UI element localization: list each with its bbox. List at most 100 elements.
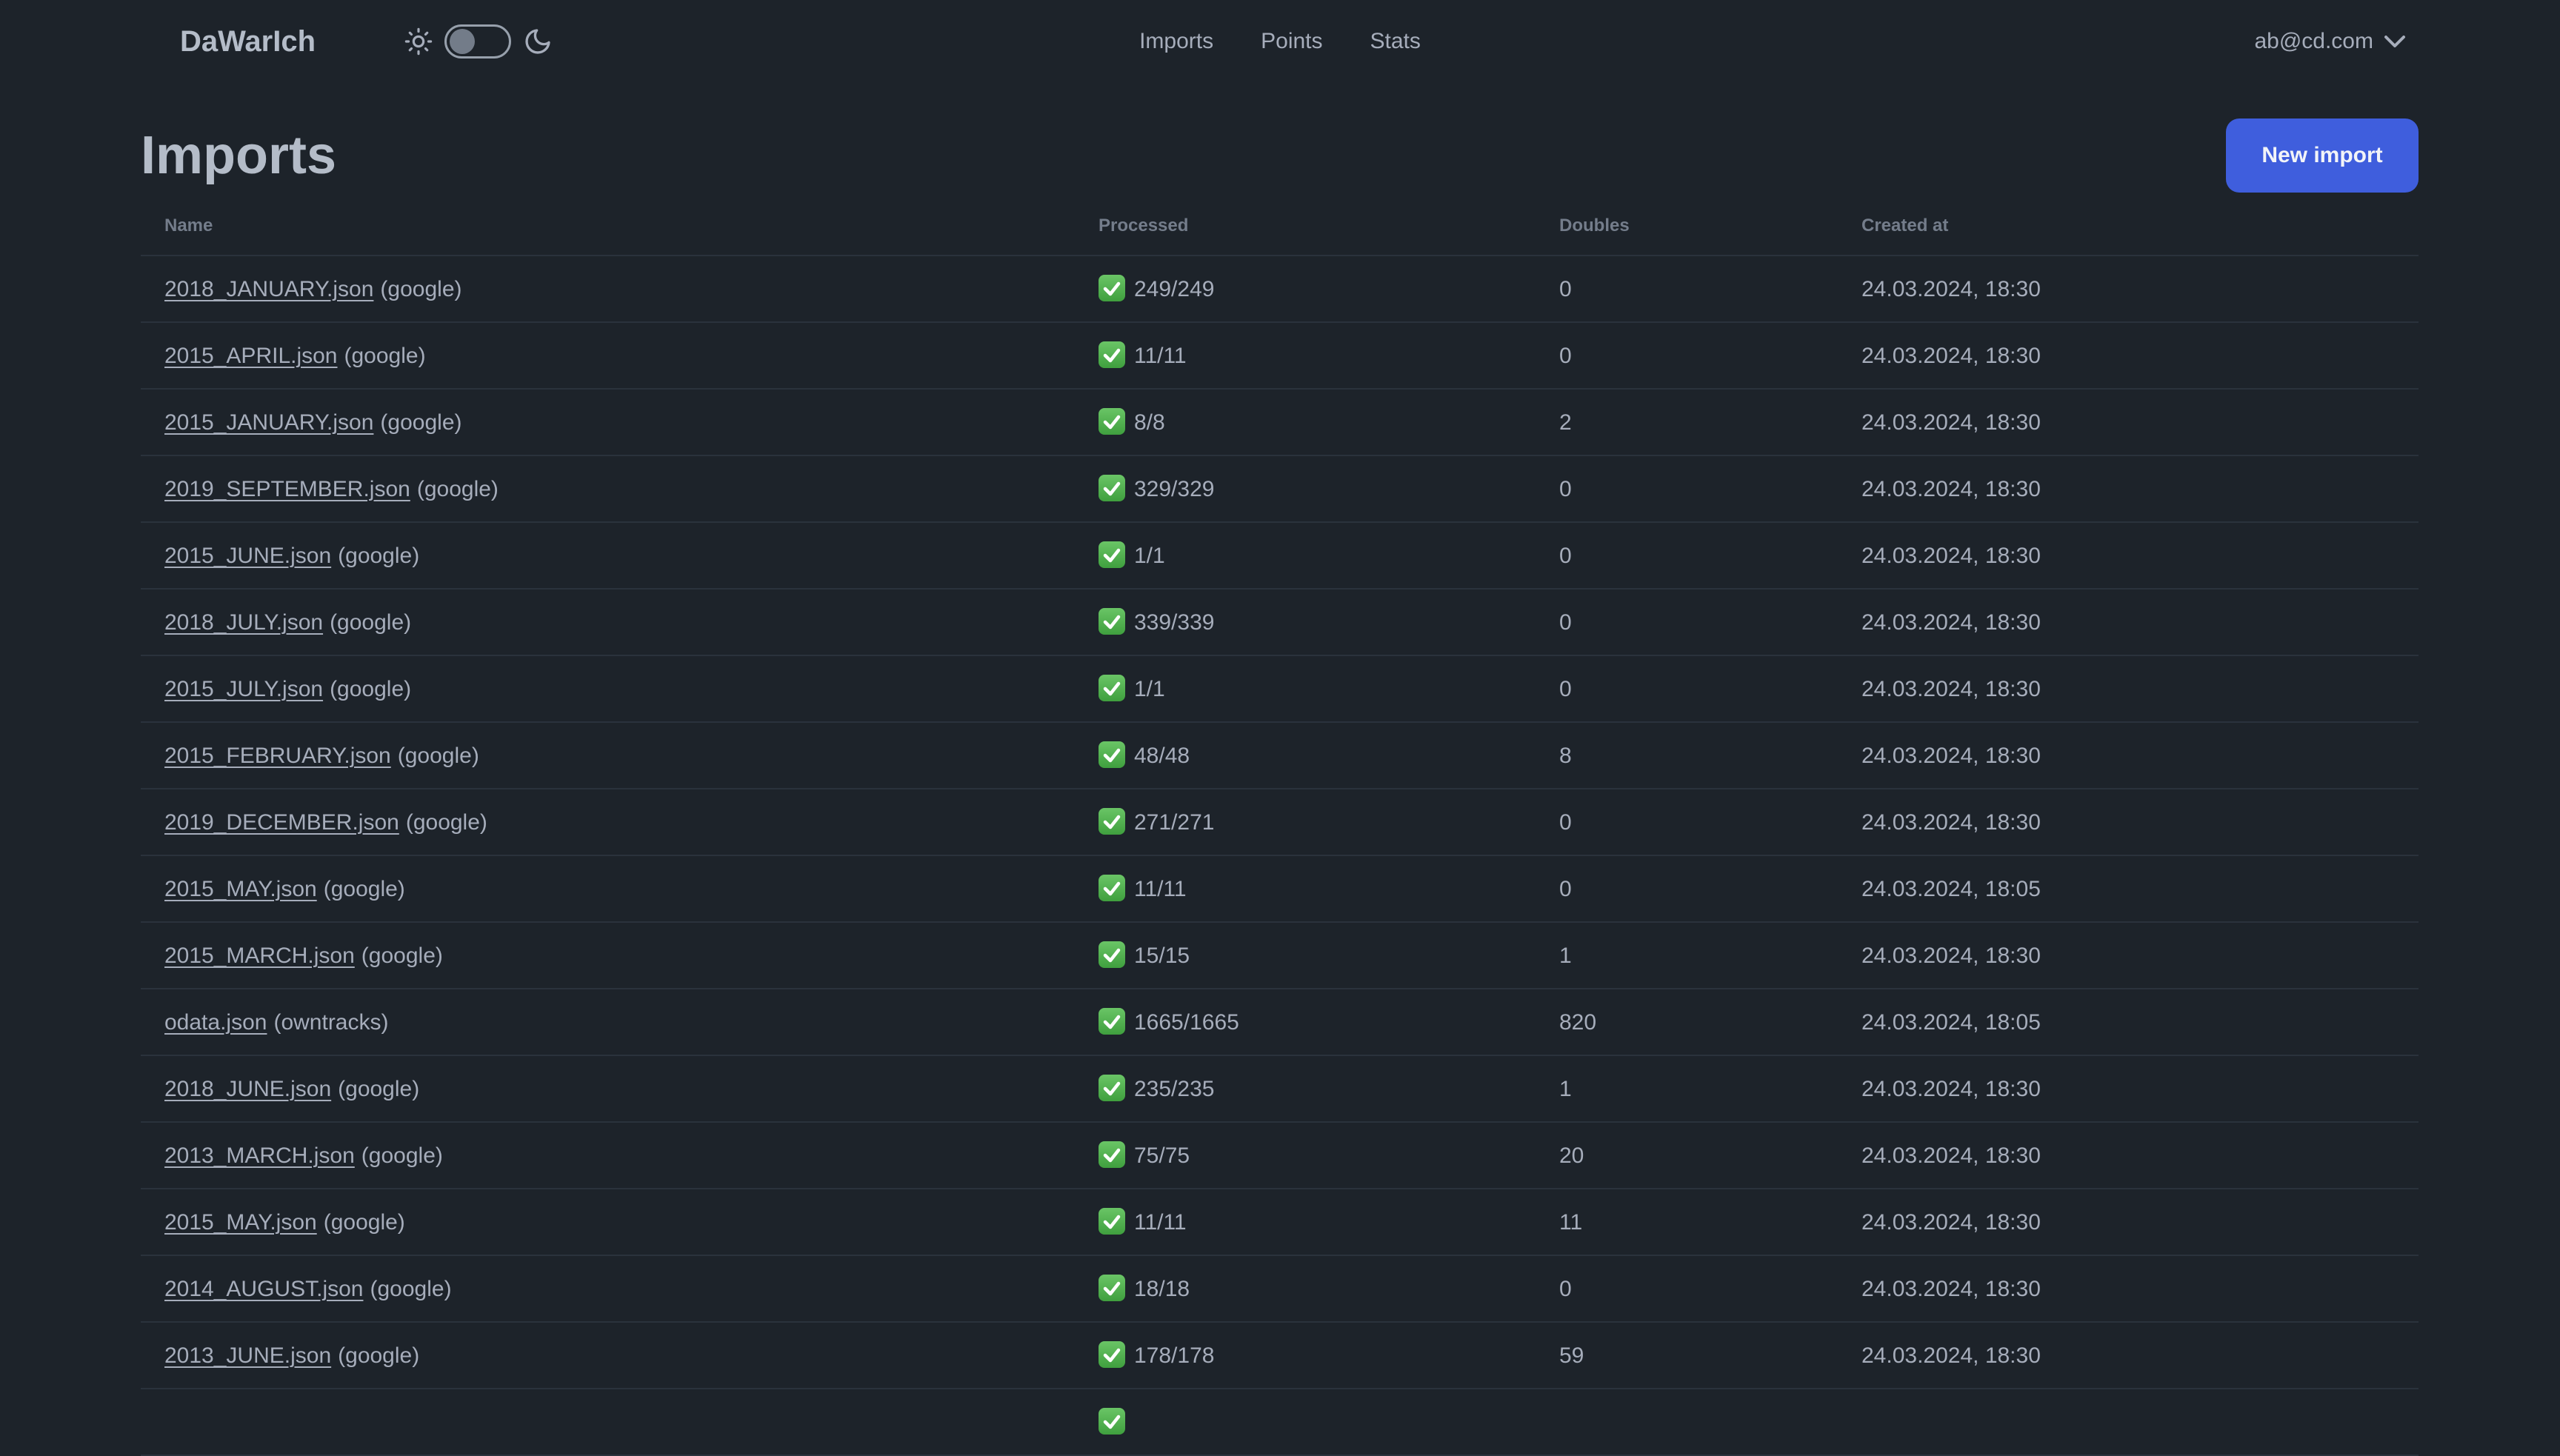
import-source-label: (google) bbox=[361, 1143, 443, 1168]
table-row: odata.json (owntracks) 1665/1665 820 24.0… bbox=[141, 989, 2419, 1055]
doubles-count bbox=[1536, 1389, 1838, 1455]
doubles-count: 0 bbox=[1559, 1277, 1572, 1301]
processed-cell: 1/1 bbox=[1075, 522, 1536, 589]
name-cell: 2013_MARCH.json (google) bbox=[141, 1122, 1075, 1189]
processed-cell: 271/271 bbox=[1075, 789, 1536, 855]
nav-link-imports[interactable]: Imports bbox=[1139, 29, 1213, 54]
new-import-button[interactable]: New import bbox=[2226, 118, 2419, 193]
table-row: 2019_SEPTEMBER.json (google) 329/329 0 24… bbox=[141, 455, 2419, 522]
import-file-link[interactable]: 2015_FEBRUARY.json bbox=[164, 744, 391, 768]
name-cell: 2015_APRIL.json (google) bbox=[141, 322, 1075, 389]
import-file-link[interactable]: 2015_JUNE.json bbox=[164, 544, 331, 568]
created-at: 24.03.2024, 18:30 bbox=[1861, 1343, 2041, 1368]
created-at: 24.03.2024, 18:30 bbox=[1861, 1077, 2041, 1101]
name-cell: 2018_JULY.json (google) bbox=[141, 589, 1075, 655]
main-content: Imports New import Name Processed Double… bbox=[0, 111, 2560, 1456]
column-header-processed: Processed bbox=[1099, 216, 1189, 236]
doubles-count: 1 bbox=[1559, 944, 1572, 968]
table-row: 2013_MARCH.json (google) 75/75 20 24.03.2… bbox=[141, 1122, 2419, 1189]
chevron-down-icon bbox=[2384, 36, 2405, 47]
doubles-count: 0 bbox=[1559, 544, 1572, 568]
import-file-link[interactable]: 2018_JULY.json bbox=[164, 610, 323, 635]
name-cell: 2015_MARCH.json (google) bbox=[141, 922, 1075, 989]
import-file-link[interactable]: 2015_JANUARY.json bbox=[164, 410, 373, 435]
created-at: 24.03.2024, 18:30 bbox=[1861, 744, 2041, 768]
processed-count: 48/48 bbox=[1134, 744, 1190, 768]
nav-link-points[interactable]: Points bbox=[1261, 29, 1322, 54]
import-file-link[interactable]: 2019_SEPTEMBER.json bbox=[164, 477, 410, 501]
import-source-label: (google) bbox=[380, 410, 462, 435]
check-icon bbox=[1099, 808, 1125, 835]
created-at: 24.03.2024, 18:30 bbox=[1861, 610, 2041, 635]
created-at: 24.03.2024, 18:30 bbox=[1861, 277, 2041, 301]
import-source-label: (google) bbox=[338, 544, 420, 568]
main-nav: Imports Points Stats bbox=[1139, 29, 1421, 54]
table-row bbox=[141, 1389, 2419, 1455]
name-cell bbox=[141, 1389, 1075, 1455]
processed-count: 18/18 bbox=[1134, 1277, 1190, 1301]
created-at: 24.03.2024, 18:30 bbox=[1861, 1210, 2041, 1235]
doubles-count: 2 bbox=[1559, 410, 1572, 435]
processed-count: 329/329 bbox=[1134, 477, 1215, 501]
import-file-link[interactable]: 2013_MARCH.json bbox=[164, 1143, 355, 1168]
check-icon bbox=[1099, 341, 1125, 368]
import-file-link[interactable]: 2015_JULY.json bbox=[164, 677, 323, 701]
import-file-link[interactable]: 2015_APRIL.json bbox=[164, 344, 338, 368]
name-cell: 2019_SEPTEMBER.json (google) bbox=[141, 455, 1075, 522]
theme-toggle[interactable] bbox=[444, 24, 512, 59]
name-cell: 2015_MAY.json (google) bbox=[141, 855, 1075, 922]
processed-cell: 329/329 bbox=[1075, 455, 1536, 522]
check-icon bbox=[1099, 1341, 1125, 1368]
user-email: ab@cd.com bbox=[2254, 29, 2373, 53]
created-at: 24.03.2024, 18:05 bbox=[1861, 1010, 2041, 1035]
import-file-link[interactable]: 2018_JANUARY.json bbox=[164, 277, 373, 301]
name-cell: 2015_JUNE.json (google) bbox=[141, 522, 1075, 589]
created-at: 24.03.2024, 18:30 bbox=[1861, 677, 2041, 701]
check-icon bbox=[1099, 1208, 1125, 1235]
name-cell: odata.json (owntracks) bbox=[141, 989, 1075, 1055]
nav-link-stats[interactable]: Stats bbox=[1370, 29, 1421, 54]
column-header-doubles: Doubles bbox=[1559, 216, 1630, 236]
doubles-count: 0 bbox=[1559, 277, 1572, 301]
import-source-label: (google) bbox=[397, 744, 479, 768]
created-at: 24.03.2024, 18:30 bbox=[1861, 810, 2041, 835]
import-source-label: (google) bbox=[361, 944, 443, 968]
check-icon bbox=[1099, 608, 1125, 635]
processed-count: 235/235 bbox=[1134, 1077, 1215, 1101]
processed-count: 11/11 bbox=[1134, 877, 1187, 901]
import-file-link[interactable]: 2015_MAY.json bbox=[164, 1210, 317, 1235]
user-menu[interactable]: ab@cd.com bbox=[2254, 29, 2406, 54]
doubles-count: 0 bbox=[1559, 344, 1572, 368]
import-source-label: (google) bbox=[344, 344, 426, 368]
app-logo[interactable]: DaWarIch bbox=[180, 25, 316, 59]
page-header: Imports New import bbox=[141, 111, 2419, 200]
import-file-link[interactable]: 2018_JUNE.json bbox=[164, 1077, 331, 1101]
check-icon bbox=[1099, 541, 1125, 568]
check-icon bbox=[1099, 941, 1125, 968]
import-file-link[interactable]: 2015_MAY.json bbox=[164, 877, 317, 901]
check-icon bbox=[1099, 475, 1125, 501]
table-row: 2014_AUGUST.json (google) 18/18 0 24.03.2… bbox=[141, 1255, 2419, 1322]
import-file-link[interactable]: odata.json bbox=[164, 1010, 267, 1035]
created-at bbox=[1838, 1389, 2419, 1455]
import-file-link[interactable]: 2014_AUGUST.json bbox=[164, 1277, 363, 1301]
import-file-link[interactable]: 2019_DECEMBER.json bbox=[164, 810, 399, 835]
table-row: 2019_DECEMBER.json (google) 271/271 0 24.… bbox=[141, 789, 2419, 855]
check-icon bbox=[1099, 741, 1125, 768]
import-file-link[interactable]: 2015_MARCH.json bbox=[164, 944, 355, 968]
processed-count: 11/11 bbox=[1134, 1210, 1187, 1235]
name-cell: 2013_JUNE.json (google) bbox=[141, 1322, 1075, 1389]
created-at: 24.03.2024, 18:30 bbox=[1861, 410, 2041, 435]
processed-cell: 1665/1665 bbox=[1075, 989, 1536, 1055]
imports-table-head: Name Processed Doubles Created at bbox=[141, 200, 2419, 256]
processed-count: 8/8 bbox=[1134, 410, 1165, 435]
processed-count: 15/15 bbox=[1134, 944, 1190, 968]
import-source-label: (google) bbox=[323, 877, 405, 901]
doubles-count: 8 bbox=[1559, 744, 1572, 768]
check-icon bbox=[1099, 1141, 1125, 1168]
processed-count: 339/339 bbox=[1134, 610, 1215, 635]
import-file-link[interactable]: 2013_JUNE.json bbox=[164, 1343, 331, 1368]
import-source-label: (google) bbox=[380, 277, 462, 301]
name-cell: 2018_JANUARY.json (google) bbox=[141, 256, 1075, 322]
created-at: 24.03.2024, 18:30 bbox=[1861, 1277, 2041, 1301]
